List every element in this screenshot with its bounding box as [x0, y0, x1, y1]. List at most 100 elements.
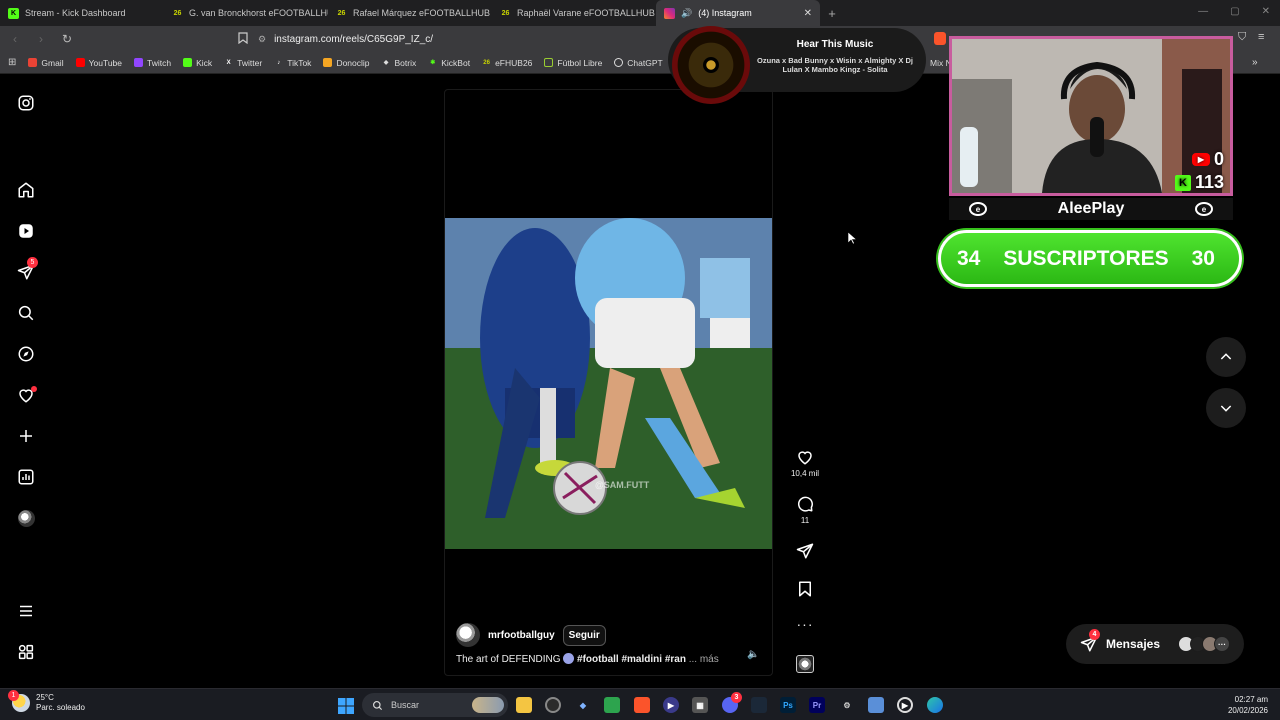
premiere-icon[interactable]: Pr: [809, 697, 825, 713]
bookmark-twitter[interactable]: X Twitter: [224, 58, 263, 68]
brave-icon[interactable]: [634, 697, 650, 713]
taskbar-search[interactable]: Buscar: [362, 693, 508, 717]
next-reel-button[interactable]: [1206, 388, 1246, 428]
bookmark-futbol-libre[interactable]: Fútbol Libre: [544, 58, 602, 68]
kickbot-icon: ✱: [430, 60, 436, 66]
more-options-icon[interactable]: ···: [794, 616, 816, 632]
bookmarks-more-icon[interactable]: »: [1252, 57, 1258, 68]
also-from-meta-icon[interactable]: [17, 643, 35, 661]
bookmark-page-icon[interactable]: [236, 31, 250, 47]
tab-raphael-varane[interactable]: 26 Raphaël Varane eFOOTBALLHUB Jug: [492, 0, 656, 26]
calculator-icon[interactable]: ▦: [692, 697, 708, 713]
bookmark-tiktok[interactable]: ♪ TikTok: [274, 58, 311, 68]
bookmark-donoclip[interactable]: Donoclip: [323, 57, 370, 68]
explore-icon[interactable]: [17, 345, 35, 363]
efhub-icon: 26: [501, 9, 510, 17]
tab-rafael-marquez[interactable]: 26 Rafael Márquez eFOOTBALLHUB Jug: [328, 0, 492, 26]
author-username[interactable]: mrfootballguy: [488, 630, 555, 641]
bookmark-kickbot[interactable]: ✱ KickBot: [428, 58, 470, 68]
create-icon[interactable]: [17, 427, 35, 445]
audio-thumbnail[interactable]: [794, 655, 816, 673]
home-icon[interactable]: [17, 181, 35, 199]
edge-icon[interactable]: [927, 697, 943, 713]
heart-notifications-icon[interactable]: [17, 386, 37, 404]
settings-gear-icon[interactable]: ⚙: [839, 697, 855, 713]
reels-icon[interactable]: [17, 222, 35, 240]
back-icon[interactable]: ‹: [8, 32, 22, 46]
weather-widget[interactable]: 1 25°C Parc. soleado: [8, 690, 85, 713]
new-tab-button[interactable]: +: [820, 6, 844, 21]
profile-avatar[interactable]: [17, 509, 35, 527]
chevron-down-icon: [1220, 405, 1232, 412]
bookmark-youtube[interactable]: YouTube: [75, 58, 122, 68]
mute-toggle-icon[interactable]: 🔈: [747, 649, 759, 660]
direct-messages-icon[interactable]: 5: [17, 257, 38, 281]
search-icon[interactable]: [17, 304, 35, 322]
app-green-icon[interactable]: [604, 697, 620, 713]
discord-icon[interactable]: 3: [722, 692, 742, 713]
save-button[interactable]: [794, 580, 816, 601]
reel-player[interactable]: @SAM.FUTT mrfootballguy Seguir The art o…: [444, 89, 773, 676]
reel-author: mrfootballguy Seguir: [456, 623, 606, 647]
previous-reel-button[interactable]: [1206, 337, 1246, 377]
bookmark-label: Donoclip: [336, 57, 370, 68]
instagram-logo-icon[interactable]: [17, 94, 35, 112]
notepad-icon[interactable]: [868, 697, 884, 713]
forward-icon[interactable]: ›: [34, 32, 48, 46]
kick-count: 113: [1194, 172, 1224, 192]
close-tab-icon[interactable]: ✕: [804, 8, 812, 19]
streamer-name-bar: e AleePlay e: [949, 198, 1233, 220]
bookmark-kick[interactable]: Kick: [183, 58, 212, 68]
windows-taskbar: 1 25°C Parc. soleado Buscar ◆ ▶ ▦ 3 Ps P…: [0, 688, 1280, 720]
messages-button[interactable]: 4 Mensajes ···: [1066, 624, 1244, 664]
efhub-icon: 26: [483, 59, 490, 66]
mouse-cursor-icon: [848, 232, 857, 245]
bookmark-efhub26[interactable]: 26 eFHUB26: [482, 58, 532, 68]
tab-instagram[interactable]: 🔊 (4) Instagram ✕: [656, 0, 820, 26]
windows-start-icon[interactable]: [337, 697, 354, 714]
tab-kick-dashboard[interactable]: K Stream - Kick Dashboard: [0, 0, 164, 26]
app-diamond-icon[interactable]: ◆: [575, 697, 591, 713]
share-button[interactable]: [794, 542, 816, 563]
tab-title: Stream - Kick Dashboard: [25, 8, 126, 18]
author-avatar[interactable]: [456, 623, 480, 647]
comment-icon: [798, 496, 813, 512]
media-app-icon[interactable]: ▶: [663, 697, 679, 713]
comment-button[interactable]: 11: [794, 495, 816, 525]
tab-van-bronckhorst[interactable]: 26 G. van Bronckhorst eFOOTBALLHUB: [164, 0, 328, 26]
steam-icon[interactable]: [751, 697, 767, 713]
dashboard-icon[interactable]: [17, 468, 35, 486]
futbol-libre-icon: [544, 58, 554, 67]
more-menu-icon[interactable]: [17, 602, 35, 620]
vpn-shield-icon[interactable]: ⛉: [1238, 31, 1246, 44]
follow-button[interactable]: Seguir: [562, 624, 606, 646]
bookmark-gmail[interactable]: Gmail: [28, 58, 64, 68]
bookmark-twitch[interactable]: Twitch: [134, 58, 171, 68]
like-button[interactable]: 10,4 mil: [790, 448, 820, 478]
brave-shield-icon[interactable]: [934, 32, 946, 45]
photoshop-icon[interactable]: Ps: [780, 697, 796, 713]
album-art-disc: [672, 26, 750, 104]
caption-more-link[interactable]: ... más: [689, 654, 719, 665]
clock-time: 02:27 am: [1234, 695, 1268, 704]
bookmark-chatgpt[interactable]: ChatGPT: [614, 57, 663, 68]
close-window-icon[interactable]: ✕: [1262, 6, 1270, 17]
subs-label: SUSCRIPTORES: [1003, 246, 1169, 270]
maximize-icon[interactable]: ▢: [1230, 6, 1239, 17]
bookmark-botrix[interactable]: ◆ Botrix: [382, 58, 417, 68]
tab-title: Rafael Márquez eFOOTBALLHUB Jug: [353, 8, 492, 18]
site-info-icon[interactable]: ⚙: [258, 34, 266, 45]
file-explorer-icon[interactable]: [516, 697, 532, 713]
minimize-icon[interactable]: —: [1198, 6, 1208, 17]
reload-icon[interactable]: ↻: [60, 32, 74, 46]
reel-video-frame[interactable]: @SAM.FUTT: [445, 218, 772, 549]
apps-grid-icon[interactable]: ⊞: [8, 57, 16, 68]
bookmark-label: ChatGPT: [627, 57, 663, 68]
caption-hashtags[interactable]: #football #maldini #ran: [577, 654, 686, 665]
youtube-icon: [75, 58, 85, 67]
menu-icon[interactable]: ≡: [1258, 31, 1264, 43]
media-player-icon[interactable]: ▶: [897, 697, 913, 713]
bookmark-icon: [799, 581, 811, 597]
obs-icon[interactable]: [545, 697, 561, 713]
system-clock[interactable]: 02:27 am 20/02/2026: [1228, 694, 1268, 716]
